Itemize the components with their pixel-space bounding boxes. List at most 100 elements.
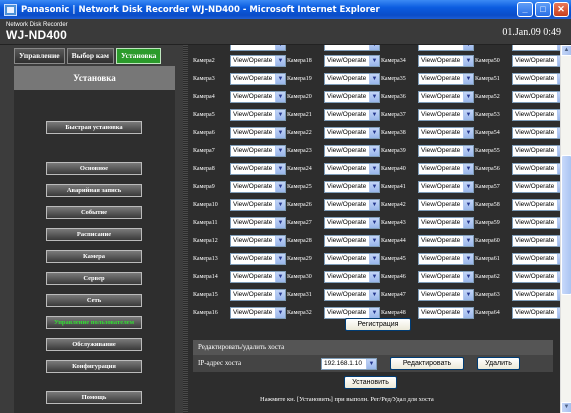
permission-select[interactable]: View/Operate▼ [230,108,286,121]
permission-select[interactable]: View/Operate▼ [512,108,560,121]
menu-event-button[interactable]: Событие [46,206,142,219]
permission-select[interactable]: ▼ [512,45,560,51]
tab-operation[interactable]: Управление [14,48,65,64]
permission-select[interactable]: View/Operate▼ [512,162,560,175]
chevron-down-icon: ▼ [463,235,473,246]
permission-select[interactable]: View/Operate▼ [324,162,380,175]
delete-host-button[interactable]: Удалить [477,357,520,370]
permission-select[interactable]: View/Operate▼ [324,144,380,157]
permission-select[interactable]: View/Operate▼ [230,270,286,283]
scroll-down-arrow-icon[interactable]: ▼ [561,402,571,413]
menu-maintenance-button[interactable]: Обслуживание [46,338,142,351]
permission-select[interactable]: View/Operate▼ [230,306,286,319]
permission-select[interactable]: View/Operate▼ [230,252,286,265]
permission-select[interactable]: View/Operate▼ [324,234,380,247]
camera-cell: Камера12 View/Operate ▼ [193,233,287,248]
permission-select[interactable]: View/Operate▼ [230,144,286,157]
permission-select[interactable]: View/Operate▼ [324,108,380,121]
permission-select[interactable]: View/Operate▼ [418,90,474,103]
permission-select[interactable]: View/Operate▼ [230,198,286,211]
permission-select[interactable]: View/Operate▼ [512,180,560,193]
tab-camera-select[interactable]: Выбор кам [66,48,114,64]
camera-label: Камера54 [475,129,500,136]
menu-configuration-button[interactable]: Конфигурация [46,360,142,373]
permission-select[interactable]: View/Operate▼ [324,270,380,283]
permission-select[interactable]: View/Operate▼ [418,144,474,157]
permission-select[interactable]: View/Operate▼ [230,54,286,67]
permission-select[interactable]: View/Operate▼ [418,54,474,67]
permission-select[interactable]: View/Operate▼ [324,180,380,193]
permission-select[interactable]: View/Operate▼ [230,180,286,193]
permission-select[interactable]: View/Operate▼ [230,288,286,301]
permission-select[interactable]: ▼ [324,45,380,51]
permission-select[interactable]: View/Operate▼ [512,216,560,229]
set-button[interactable]: Установить [344,376,397,389]
permission-select[interactable]: View/Operate▼ [230,72,286,85]
permission-select[interactable]: View/Operate▼ [324,90,380,103]
permission-select[interactable]: View/Operate▼ [512,72,560,85]
permission-select[interactable]: View/Operate▼ [418,180,474,193]
scroll-up-arrow-icon[interactable]: ▲ [561,45,571,56]
camera-cell: Камера25 View/Operate ▼ [287,179,381,194]
permission-select[interactable]: View/Operate▼ [512,306,560,319]
permission-select[interactable]: View/Operate▼ [512,54,560,67]
permission-select[interactable]: View/Operate▼ [512,252,560,265]
permission-select[interactable]: View/Operate▼ [512,90,560,103]
edit-host-button[interactable]: Редактировать [390,357,464,370]
permission-select[interactable]: View/Operate▼ [324,306,380,319]
close-button[interactable]: ✕ [553,2,569,17]
minimize-button[interactable]: _ [517,2,533,17]
host-ip-select[interactable]: 192.168.1.10 ▼ [321,358,377,370]
vertical-scrollbar[interactable]: ▲ ▼ [560,45,571,413]
camera-row: Камера10 View/Operate ▼ Камера26 View/Operat… [193,197,560,212]
permission-select[interactable]: ▼ [230,45,286,51]
quick-setup-button[interactable]: Быстрая установка [46,121,142,134]
permission-select[interactable]: View/Operate▼ [418,216,474,229]
permission-select[interactable]: View/Operate▼ [512,288,560,301]
permission-select[interactable]: View/Operate▼ [230,162,286,175]
permission-select[interactable]: View/Operate▼ [418,126,474,139]
menu-emergency-rec-button[interactable]: Аварийная запись [46,184,142,197]
menu-basic-button[interactable]: Основное [46,162,142,175]
permission-select[interactable]: View/Operate▼ [418,270,474,283]
menu-network-button[interactable]: Сеть [46,294,142,307]
menu-user-management-button[interactable]: Управление пользователем [46,316,142,329]
permission-select[interactable]: View/Operate▼ [230,90,286,103]
permission-select[interactable]: View/Operate▼ [418,288,474,301]
permission-select[interactable]: View/Operate▼ [230,126,286,139]
permission-select[interactable]: View/Operate▼ [512,270,560,283]
menu-camera-button[interactable]: Камера [46,250,142,263]
permission-select[interactable]: View/Operate▼ [418,252,474,265]
permission-select[interactable]: View/Operate▼ [324,198,380,211]
menu-schedule-button[interactable]: Расписание [46,228,142,241]
permission-select[interactable]: View/Operate▼ [324,126,380,139]
permission-select[interactable]: View/Operate▼ [324,288,380,301]
permission-select[interactable]: View/Operate▼ [512,198,560,211]
permission-select[interactable]: View/Operate▼ [418,108,474,121]
permission-select[interactable]: View/Operate▼ [418,306,474,319]
scroll-thumb[interactable] [561,155,571,295]
camera-cell: Камера61 View/Operate▼ [475,251,560,266]
help-button[interactable]: Помощь [46,391,142,404]
permission-select[interactable]: View/Operate▼ [418,162,474,175]
register-button[interactable]: Регистрация [345,318,411,331]
permission-select[interactable]: View/Operate▼ [512,144,560,157]
tab-setup[interactable]: Установка [115,48,162,64]
maximize-button[interactable]: □ [535,2,551,17]
permission-select[interactable]: View/Operate▼ [512,234,560,247]
permission-select[interactable]: View/Operate▼ [230,234,286,247]
permission-select[interactable]: ▼ [418,45,474,51]
permission-select[interactable]: View/Operate▼ [324,54,380,67]
permission-select[interactable]: View/Operate▼ [324,252,380,265]
app-header: Network Disk Recorder WJ-ND400 01.Jan.09… [0,19,571,45]
permission-select[interactable]: View/Operate▼ [324,72,380,85]
permission-select[interactable]: View/Operate▼ [418,234,474,247]
permission-select[interactable]: View/Operate▼ [418,198,474,211]
permission-select[interactable]: View/Operate▼ [230,216,286,229]
camera-cell: Камера45 View/Operate ▼ [381,251,475,266]
permission-select[interactable]: View/Operate▼ [418,72,474,85]
permission-select[interactable]: View/Operate▼ [512,126,560,139]
permission-select[interactable]: View/Operate▼ [324,216,380,229]
permission-value: View/Operate [421,146,461,154]
menu-server-button[interactable]: Сервер [46,272,142,285]
